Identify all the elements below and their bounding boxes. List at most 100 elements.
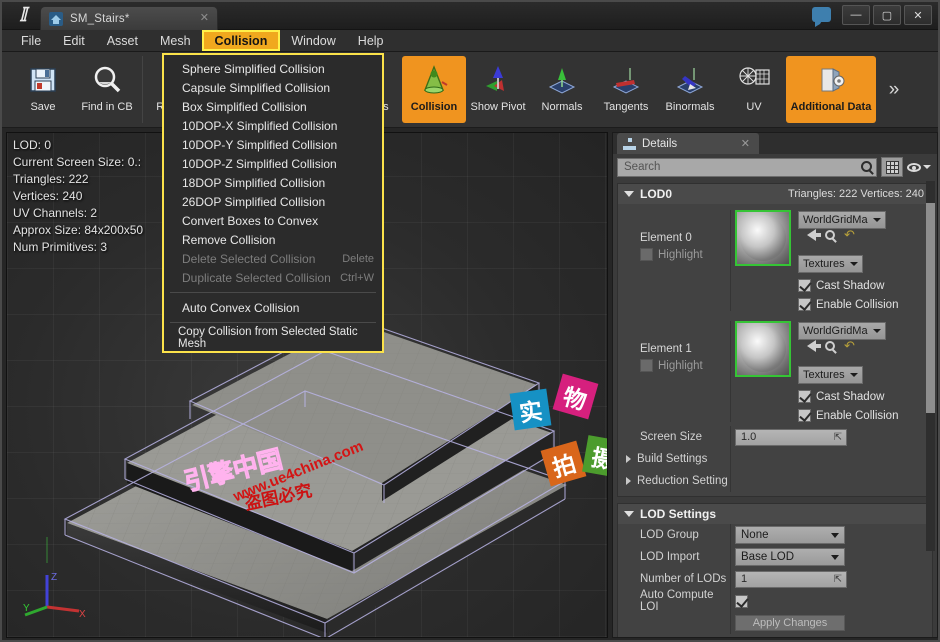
normals-button[interactable]: Normals	[530, 56, 594, 123]
search-input[interactable]: Search	[617, 157, 877, 177]
chevron-down-icon	[831, 554, 839, 560]
menu-item-label: Delete Selected Collision	[182, 251, 316, 266]
tab-label: SM_Stairs*	[70, 12, 130, 25]
enable-collision-checkbox[interactable]	[798, 298, 811, 311]
reset-icon[interactable]: ⇱	[834, 574, 842, 585]
menu-item-auto-convex-collision[interactable]: Auto Convex Collision	[164, 298, 382, 317]
textures-label: Textures	[803, 369, 845, 381]
close-button[interactable]: ✕	[904, 5, 932, 25]
normals-label: Normals	[541, 101, 583, 113]
menu-item-10dop-z-simplified-collision[interactable]: 10DOP-Z Simplified Collision	[164, 154, 382, 173]
enable-collision-label: Enable Collision	[816, 409, 899, 422]
collision-button[interactable]: Collision	[402, 56, 466, 123]
tangents-button[interactable]: Tangents	[594, 56, 658, 123]
enable-collision-row[interactable]: Enable Collision	[798, 409, 932, 422]
menu-item-10dop-y-simplified-collision[interactable]: 10DOP-Y Simplified Collision	[164, 135, 382, 154]
material-thumbnail[interactable]	[735, 321, 791, 377]
tab-details[interactable]: Details ✕	[617, 133, 759, 154]
menu-help[interactable]: Help	[347, 30, 395, 51]
highlight-checkbox-row[interactable]: Highlight	[640, 359, 730, 372]
lod-group-select[interactable]: None	[735, 526, 845, 544]
browse-to-asset-icon[interactable]	[825, 230, 835, 240]
use-selected-asset-icon[interactable]	[807, 340, 821, 352]
details-search-row: Search	[613, 154, 937, 180]
additional-data-button[interactable]: Additional Data	[786, 56, 876, 123]
close-icon[interactable]: ✕	[741, 137, 750, 150]
textures-combo[interactable]: Textures	[798, 366, 863, 384]
asset-tab-sm-stairs[interactable]: SM_Stairs* ✕	[40, 6, 218, 30]
section-lod-settings-header[interactable]: LOD Settings	[618, 504, 932, 524]
collapse-section-button[interactable]	[622, 634, 928, 637]
menu-item-convert-boxes-to-convex[interactable]: Convert Boxes to Convex	[164, 211, 382, 230]
chevron-down-icon	[624, 511, 634, 517]
chevron-right-icon	[626, 455, 631, 463]
reduction-settings-row[interactable]: Reduction Setting	[618, 470, 932, 492]
menu-mesh[interactable]: Mesh	[149, 30, 202, 51]
normals-icon	[544, 62, 580, 98]
reset-icon[interactable]: ⇱	[834, 432, 842, 443]
view-options-button[interactable]	[907, 162, 933, 172]
browse-to-asset-icon[interactable]	[825, 341, 835, 351]
close-icon[interactable]: ✕	[200, 12, 209, 24]
menu-item-box-simplified-collision[interactable]: Box Simplified Collision	[164, 97, 382, 116]
menu-item-capsule-simplified-collision[interactable]: Capsule Simplified Collision	[164, 78, 382, 97]
number-of-lods-input[interactable]: 1 ⇱	[735, 570, 847, 588]
section-lod0-header[interactable]: LOD0 Triangles: 222 Vertices: 240	[618, 184, 932, 204]
cast-shadow-checkbox[interactable]	[798, 390, 811, 403]
uv-button[interactable]: UV	[722, 56, 786, 123]
menu-file[interactable]: File	[10, 30, 52, 51]
cast-shadow-row[interactable]: Cast Shadow	[798, 279, 932, 292]
menu-item-sphere-simplified-collision[interactable]: Sphere Simplified Collision	[164, 59, 382, 78]
menu-item-remove-collision[interactable]: Remove Collision	[164, 230, 382, 249]
highlight-label: Highlight	[658, 359, 703, 372]
reset-icon[interactable]: ↶	[844, 339, 855, 352]
menu-edit[interactable]: Edit	[52, 30, 96, 51]
highlight-checkbox-row[interactable]: Highlight	[640, 248, 730, 261]
apply-changes-button[interactable]: Apply Changes	[735, 615, 845, 631]
enable-collision-checkbox[interactable]	[798, 409, 811, 422]
menu-item-18dop-simplified-collision[interactable]: 18DOP Simplified Collision	[164, 173, 382, 192]
show-pivot-button[interactable]: Show Pivot	[466, 56, 530, 123]
stat-approx-size: Approx Size: 84x200x50	[13, 223, 144, 237]
highlight-label: Highlight	[658, 248, 703, 261]
menu-asset[interactable]: Asset	[96, 30, 149, 51]
lod-import-select[interactable]: Base LOD	[735, 548, 845, 566]
highlight-checkbox[interactable]	[640, 248, 653, 261]
menu-item-26dop-simplified-collision[interactable]: 26DOP Simplified Collision	[164, 192, 382, 211]
menu-item-10dop-x-simplified-collision[interactable]: 10DOP-X Simplified Collision	[164, 116, 382, 135]
binormals-label: Binormals	[665, 101, 715, 113]
feedback-icon[interactable]	[812, 7, 831, 27]
lod-import-row: LOD Import Base LOD	[618, 546, 932, 568]
menu-item-shortcut: Ctrl+W	[340, 271, 374, 284]
material-thumbnail[interactable]	[735, 210, 791, 266]
cast-shadow-label: Cast Shadow	[816, 279, 885, 292]
maximize-button[interactable]: ▢	[873, 5, 901, 25]
screen-size-input[interactable]: 1.0 ⇱	[735, 428, 847, 446]
material-combo[interactable]: WorldGridMa	[798, 322, 886, 340]
details-tab-label: Details	[642, 137, 678, 150]
material-combo[interactable]: WorldGridMa	[798, 211, 886, 229]
cast-shadow-checkbox[interactable]	[798, 279, 811, 292]
highlight-checkbox[interactable]	[640, 359, 653, 372]
reset-icon[interactable]: ↶	[844, 228, 855, 241]
display-grid-button[interactable]	[881, 157, 903, 177]
menu-window[interactable]: Window	[280, 30, 346, 51]
menu-item-copy-collision-from-selected-static-mesh[interactable]: Copy Collision from Selected Static Mesh	[164, 326, 382, 350]
toolbar-overflow-button[interactable]: »	[881, 56, 907, 123]
magnifier-icon	[89, 62, 125, 98]
minimize-button[interactable]: —	[842, 5, 870, 25]
auto-compute-lod-checkbox[interactable]	[735, 594, 748, 608]
menu-collision[interactable]: Collision	[201, 30, 281, 51]
use-selected-asset-icon[interactable]	[807, 229, 821, 241]
textures-combo[interactable]: Textures	[798, 255, 863, 273]
chevron-down-icon	[831, 532, 839, 538]
screen-size-label: Screen Size	[640, 431, 703, 443]
save-button[interactable]: Save	[11, 56, 75, 123]
find-in-cb-button[interactable]: Find in CB	[75, 56, 139, 123]
cast-shadow-row[interactable]: Cast Shadow	[798, 390, 932, 403]
scrollbar-thumb[interactable]	[926, 203, 935, 413]
details-scrollbar[interactable]	[926, 181, 935, 551]
build-settings-row[interactable]: Build Settings	[618, 448, 932, 470]
enable-collision-row[interactable]: Enable Collision	[798, 298, 932, 311]
binormals-button[interactable]: Binormals	[658, 56, 722, 123]
